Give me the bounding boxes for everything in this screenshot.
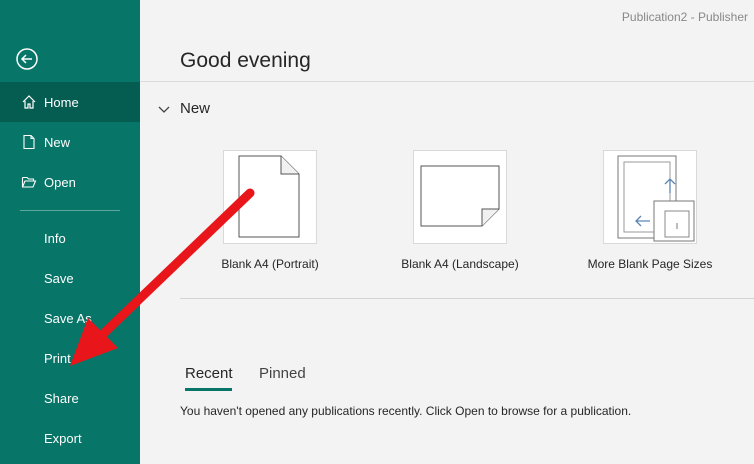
new-section-toggle[interactable]: New [158,100,210,117]
nav-export-label: Export [44,430,82,446]
template-blank-a4-portrait[interactable]: Blank A4 (Portrait) [180,150,360,271]
new-document-icon [20,133,38,151]
template-label: Blank A4 (Landscape) [401,257,519,271]
nav-save-label: Save [44,270,74,286]
nav-print[interactable]: Print [0,338,140,378]
tab-pinned[interactable]: Pinned [259,365,306,382]
nav-export[interactable]: Export [0,418,140,458]
nav-info-label: Info [44,230,66,246]
back-button[interactable] [15,47,39,71]
nav-share-label: Share [44,390,79,406]
nav-open[interactable]: Open [0,162,140,202]
nav-share[interactable]: Share [0,378,140,418]
nav-save-as[interactable]: Save As [0,298,140,338]
nav-new-label: New [44,134,71,150]
nav-home[interactable]: Home [0,82,140,122]
portrait-page-icon [238,155,300,238]
nav-print-label: Print [44,350,71,366]
recent-empty-message: You haven't opened any publications rece… [180,404,632,418]
header-divider [140,81,754,82]
new-section-label: New [180,100,211,117]
more-page-sizes-icon [617,155,695,242]
active-tab-indicator [185,388,232,391]
nav-info[interactable]: Info [0,218,140,258]
sidebar-divider [20,210,120,211]
backstage-sidebar: Home New Open Info Save Save As Print Sh… [0,0,140,464]
back-arrow-icon [16,48,38,70]
tab-recent[interactable]: Recent [185,365,233,382]
landscape-thumbnail [413,150,507,244]
template-label: More Blank Page Sizes [587,257,713,271]
template-more-blank-sizes[interactable]: More Blank Page Sizes [560,150,740,271]
greeting-heading: Good evening [180,49,311,72]
nav-home-label: Home [44,94,79,110]
nav-save-as-label: Save As [44,310,92,326]
landscape-page-icon [420,165,500,227]
portrait-thumbnail [223,150,317,244]
section-divider [180,298,754,299]
home-icon [20,93,38,111]
template-blank-a4-landscape[interactable]: Blank A4 (Landscape) [370,150,550,271]
window-title: Publication2 - Publisher [621,10,748,24]
more-sizes-thumbnail [603,150,697,244]
template-label: Blank A4 (Portrait) [221,257,319,271]
nav-open-label: Open [44,174,76,190]
nav-new[interactable]: New [0,122,140,162]
backstage-main: Publication2 - Publisher Good evening Ne… [140,0,754,464]
open-folder-icon [20,173,38,191]
nav-save[interactable]: Save [0,258,140,298]
chevron-down-icon [158,106,170,113]
